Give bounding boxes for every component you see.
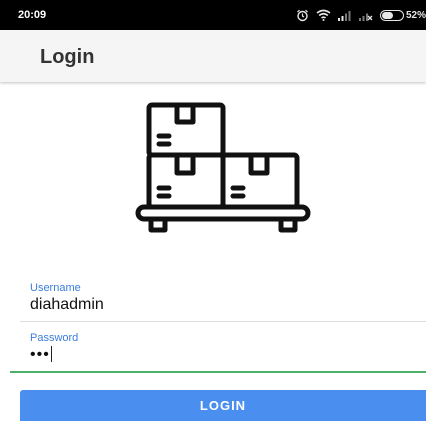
wifi-icon <box>316 9 331 21</box>
login-button[interactable]: LOGIN <box>20 390 426 421</box>
password-focus-underline <box>10 371 426 373</box>
signal-no-sim-icon <box>358 10 373 21</box>
page-title: Login <box>40 46 95 68</box>
text-cursor <box>50 346 53 362</box>
password-dots: ••• <box>30 346 50 363</box>
status-time: 20:09 <box>18 9 47 21</box>
boxes-on-pallet-icon <box>135 102 311 233</box>
signal-icon <box>337 10 352 21</box>
battery-percent: 52% <box>405 9 426 21</box>
battery-indicator: 52% <box>379 9 426 21</box>
username-label: Username <box>30 282 81 294</box>
app-bar: Login <box>0 30 426 82</box>
username-input[interactable]: diahadmin <box>30 296 104 314</box>
password-input[interactable]: ••• <box>30 346 53 364</box>
battery-icon <box>379 9 404 21</box>
login-button-label: LOGIN <box>199 398 247 413</box>
status-bar: 20:09 52% <box>0 0 426 30</box>
password-label: Password <box>30 332 79 344</box>
alarm-icon <box>296 9 309 22</box>
status-icons: 52% <box>296 9 426 22</box>
username-underline <box>20 321 426 322</box>
